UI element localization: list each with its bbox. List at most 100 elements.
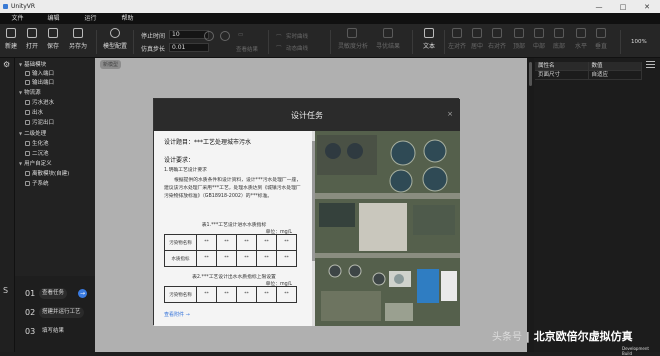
arrow-right-icon[interactable]: → (78, 289, 87, 298)
canvas-scrollbar[interactable] (527, 58, 534, 352)
distribute-vertical-button[interactable]: 垂直 (592, 28, 610, 50)
watermark: 头条号 | 北京欧倍尔虚拟仿真 (492, 330, 633, 343)
save-icon (48, 28, 58, 38)
development-build-label: Development Build (622, 346, 649, 356)
menu-bar: 文件 编辑 运行 帮助 (0, 13, 660, 24)
tree-group-custom[interactable]: ▼ 用户自定义 (19, 159, 52, 168)
align-left-button[interactable]: 左对齐 (448, 28, 466, 50)
align-middle-icon (534, 28, 544, 38)
realtime-curve-icon: ⌒ (276, 35, 282, 41)
toolbar-divider (330, 30, 331, 54)
tree-item-clarifier[interactable]: 二沉池 (25, 149, 49, 157)
expand-icon: ▼ (19, 89, 23, 95)
requirement-paragraph: 根据提供的水质条件和设计资料，设计***污水处理厂一座，建议该污水处理厂采用**… (164, 178, 302, 199)
realtime-curve-button[interactable]: 实时曲线 (286, 32, 308, 40)
zoom-level[interactable]: 100% (631, 39, 647, 45)
stop-time-input[interactable]: 10 (169, 30, 209, 39)
tree-item-influent[interactable]: 污水进水 (25, 98, 54, 106)
properties-header: 属性名 数值 (535, 62, 642, 71)
text-icon (424, 28, 434, 38)
open-button[interactable]: 打开 (21, 28, 43, 50)
model-config-button[interactable]: 模型配置 (102, 28, 128, 50)
expand-icon: ▼ (19, 130, 23, 136)
clarifier-icon (25, 150, 30, 156)
view-attachment-link[interactable]: 查看附件 → (164, 311, 190, 318)
dialog-title: 设计任务 (291, 110, 323, 120)
gear-icon (110, 28, 120, 38)
dialog-close-button[interactable]: × (447, 110, 453, 118)
optimize-icon (383, 28, 393, 38)
properties-table: 属性名 数值 页面尺寸 自适应 (535, 62, 642, 80)
close-window-button[interactable]: ✕ (636, 0, 658, 13)
align-right-button[interactable]: 右对齐 (488, 28, 506, 50)
folder-icon (27, 28, 37, 38)
distribute-horizontal-icon (576, 28, 586, 38)
step-size-input[interactable]: 0.01 (169, 43, 209, 52)
port-icon (25, 79, 30, 85)
tree-item-effluent[interactable]: 出水 (25, 108, 43, 116)
tree-item-input-port[interactable]: 输入端口 (25, 69, 54, 77)
menu-help[interactable]: 帮助 (109, 13, 146, 24)
maximize-button[interactable]: □ (612, 0, 634, 13)
scrollbar-thumb[interactable] (529, 62, 532, 86)
tree-group-basic[interactable]: ▼ 基础模块 (19, 60, 46, 69)
components-icon[interactable]: ⚙ (3, 60, 10, 69)
align-middle-button[interactable]: 中部 (530, 28, 548, 50)
align-center-button[interactable]: 居中 (468, 28, 486, 50)
table-row: 水质指标 ** ** ** ** ** (164, 250, 297, 267)
menu-run[interactable]: 运行 (72, 13, 109, 24)
save-button[interactable]: 保存 (42, 28, 64, 50)
task-step-2[interactable]: 02 搭建并运行工艺 (15, 304, 95, 321)
window-titlebar: UnityVR — □ ✕ (0, 0, 660, 13)
toolbar-divider (444, 30, 445, 54)
property-row[interactable]: 页面尺寸 自适应 (535, 71, 642, 80)
menu-edit[interactable]: 编辑 (35, 13, 72, 24)
sensitivity-icon (347, 28, 357, 38)
tree-group-source[interactable]: ▼ 物流源 (19, 88, 41, 97)
component-tree: ▼ 基础模块 输入端口 输出端口 ▼ 物流源 污水进水 出水 污泥出口 ▼ 二级处理 … (15, 58, 95, 276)
tree-item-discrete-module[interactable]: 离散模块(自建) (25, 169, 69, 177)
treatment-plant-aerial-image (315, 131, 460, 326)
app-logo-icon (3, 4, 8, 9)
play-icon[interactable] (204, 31, 214, 41)
task-step-1[interactable]: 01 查看任务 → (15, 285, 95, 302)
minimize-button[interactable]: — (588, 0, 610, 13)
stop-icon[interactable] (220, 31, 230, 41)
text-button[interactable]: 文本 (418, 28, 440, 50)
task-steps: 01 查看任务 → 02 搭建并运行工艺 03 填写结果 (15, 282, 95, 352)
table2-caption: 表2.***工艺设计出水水质指标上限设置 (192, 275, 276, 280)
toolbar-divider (96, 30, 97, 54)
table-row: 污染物名称 ** ** ** ** ** (164, 234, 297, 251)
tree-group-secondary[interactable]: ▼ 二级处理 (19, 129, 46, 138)
table1-caption: 表1.***工艺设计进水水质指标 (201, 223, 267, 228)
design-task-dialog: 设计任务 × 设计题目：***工艺处理城市污水 设计要求： 1.明确工艺设计要求… (153, 98, 460, 326)
align-bottom-icon (554, 28, 564, 38)
save-as-button[interactable]: 另存为 (66, 28, 90, 50)
subsystem-icon (25, 180, 30, 186)
task-step-3[interactable]: 03 填写结果 (15, 323, 95, 340)
new-button[interactable]: 新建 (0, 28, 22, 50)
dynamic-curve-button[interactable]: 动态曲线 (286, 44, 308, 52)
canvas-tab[interactable]: 新模型 (100, 60, 122, 69)
view-result-button[interactable]: 查看结果 (236, 45, 258, 53)
tree-item-sludge-outlet[interactable]: 污泥出口 (25, 118, 54, 126)
align-top-button[interactable]: 顶部 (510, 28, 528, 50)
new-file-icon (6, 28, 16, 38)
expand-icon: ▼ (19, 160, 23, 166)
sensitivity-button[interactable]: 灵敏度分析 (338, 28, 368, 50)
tasks-icon[interactable]: S (3, 286, 8, 295)
module-icon (25, 170, 30, 176)
optimize-button[interactable]: 寻优结果 (374, 28, 402, 50)
align-bottom-button[interactable]: 底部 (550, 28, 568, 50)
tree-item-bioreactor[interactable]: 生化池 (25, 139, 49, 147)
tree-item-output-port[interactable]: 输出端口 (25, 78, 54, 86)
tree-item-subsystem[interactable]: 子系统 (25, 179, 49, 187)
distribute-horizontal-button[interactable]: 水平 (572, 28, 590, 50)
view-result-icon: ▭ (238, 32, 244, 38)
toolbar-divider (412, 30, 413, 54)
menu-file[interactable]: 文件 (0, 13, 35, 24)
task-document: 设计题目：***工艺处理城市污水 设计要求： 1.明确工艺设计要求 根据提供的水… (154, 131, 312, 326)
toolbar: 新建 打开 保存 另存为 模型配置 停止时间 10 仿真步长 0.01 ▭ 查看… (0, 24, 660, 58)
hamburger-menu-icon[interactable] (646, 61, 655, 70)
table-row: 污染物名称 ** ** ** ** ** (164, 286, 297, 303)
